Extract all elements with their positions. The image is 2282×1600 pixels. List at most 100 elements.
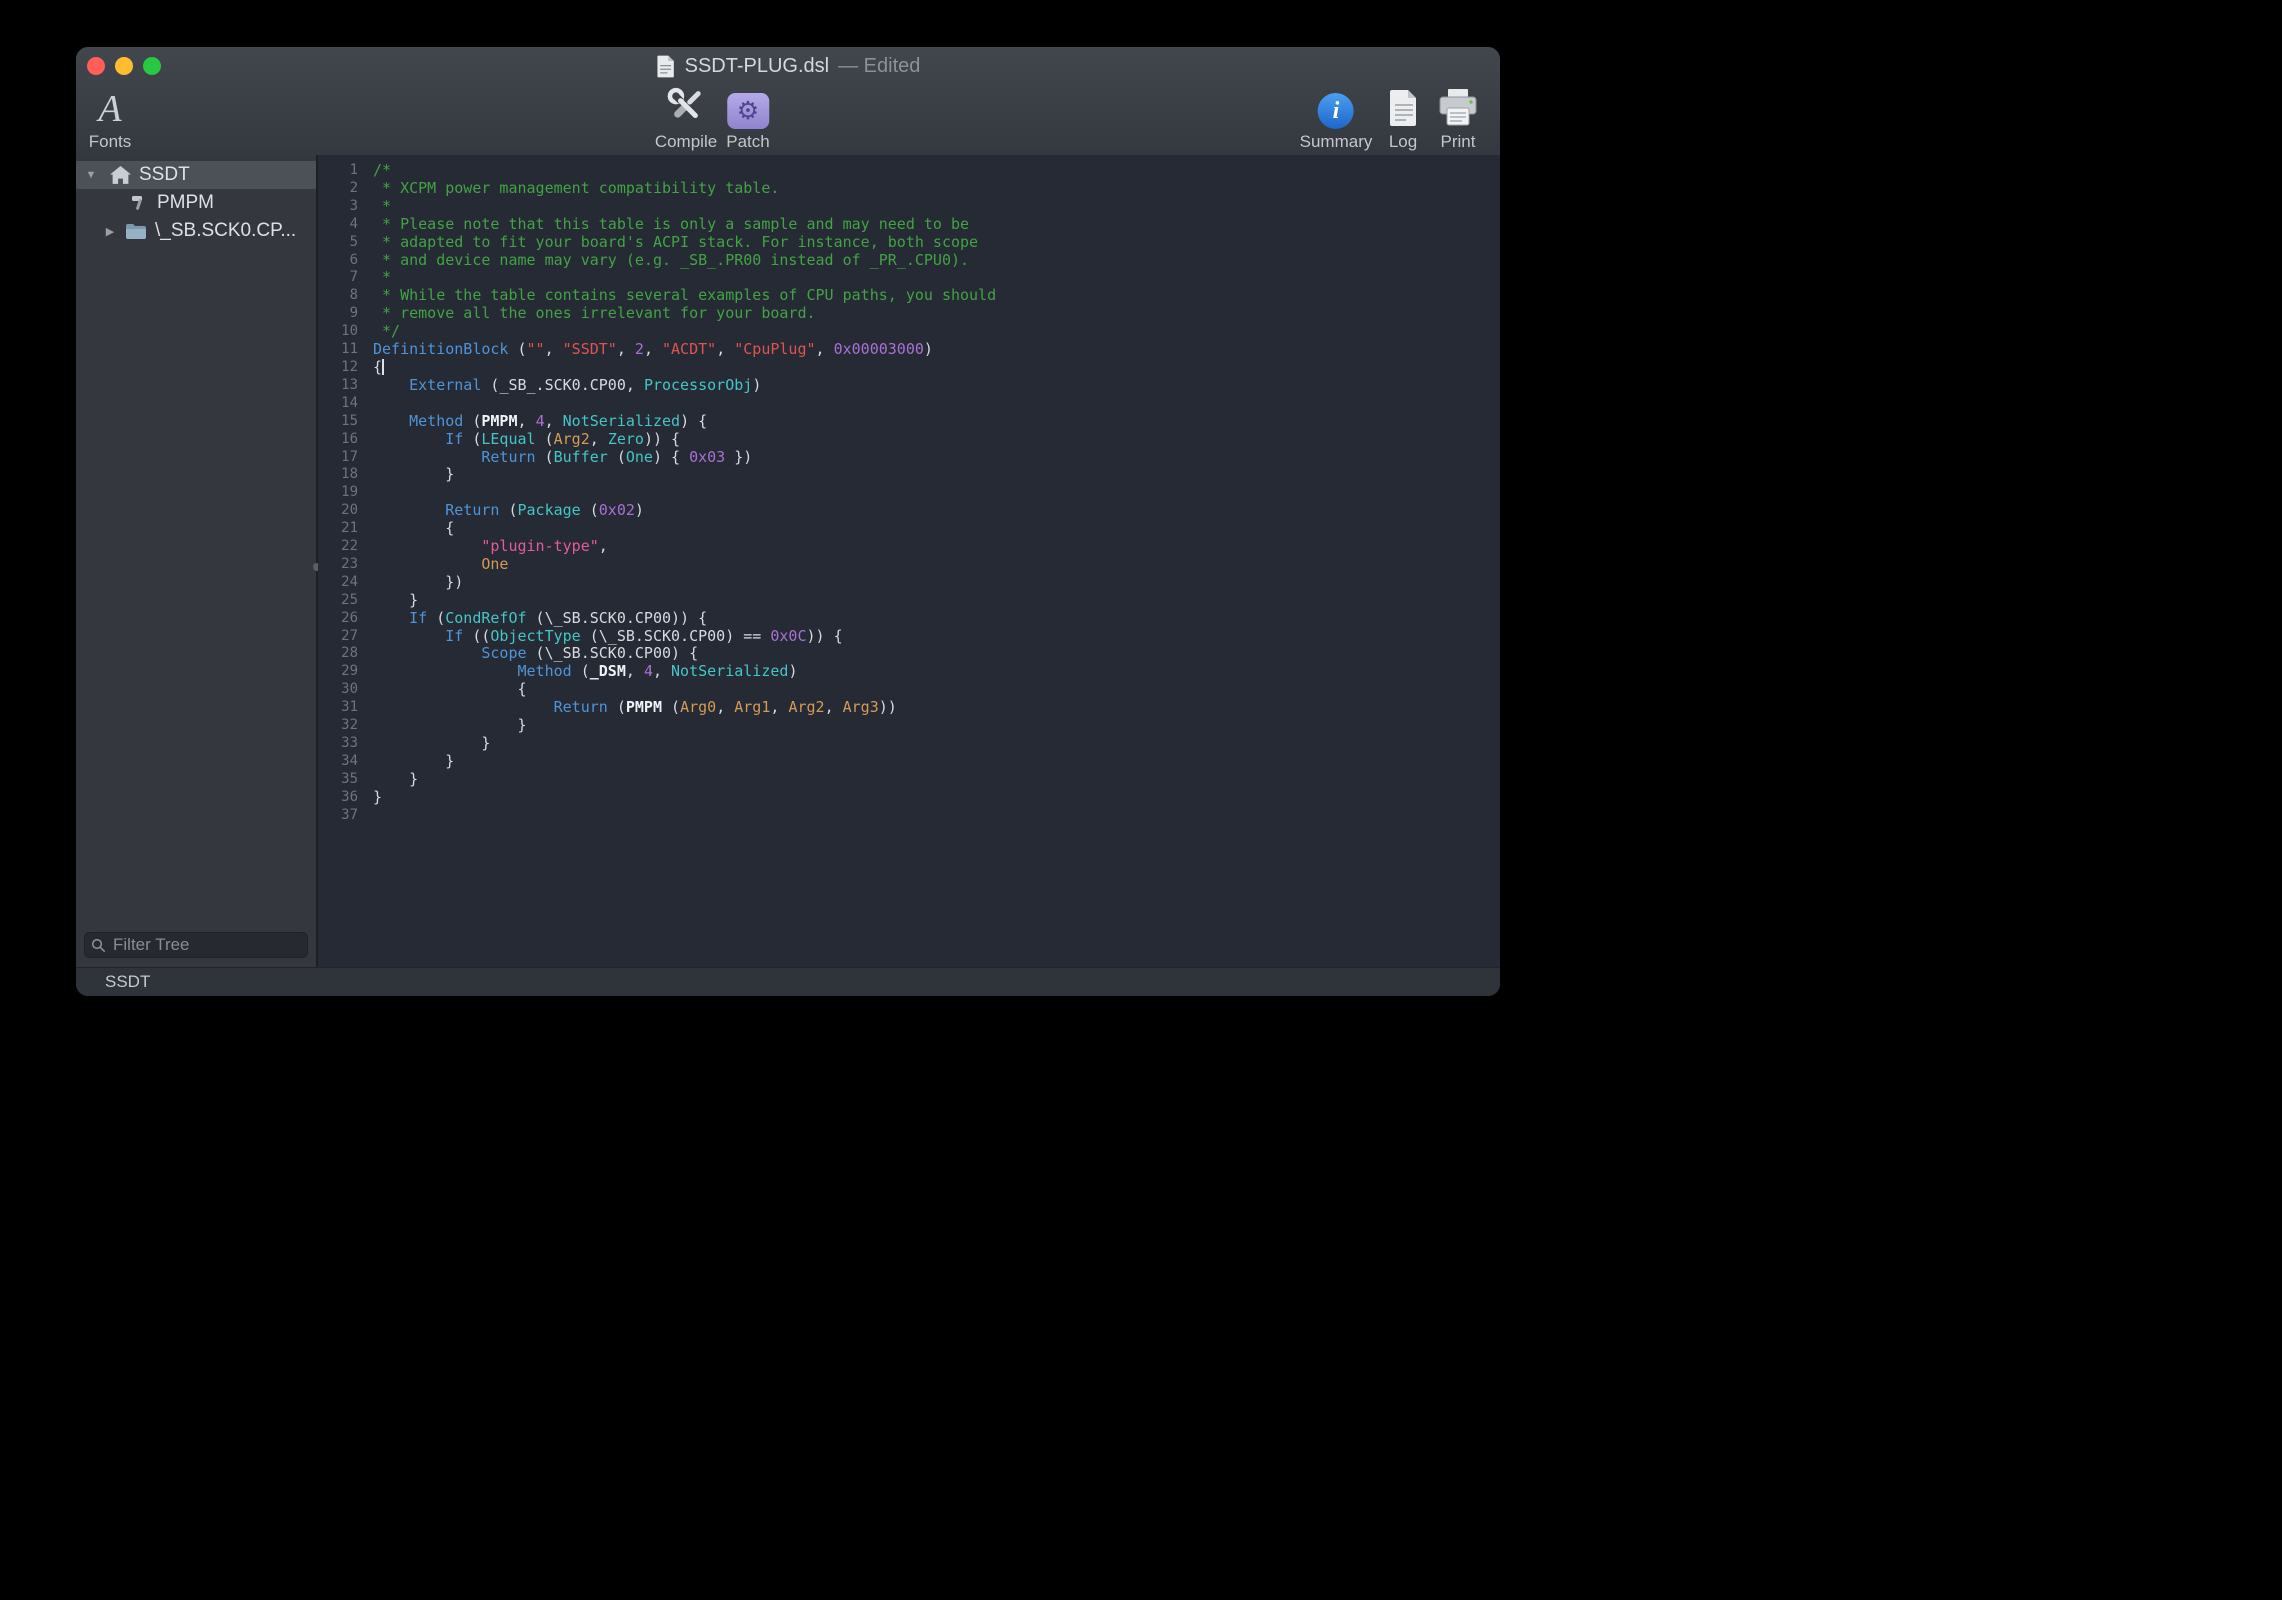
code-text: Method (PMPM, 4, NotSerialized) { <box>358 413 707 431</box>
patch-icon: ⚙ <box>727 93 769 129</box>
code-text: Return (Buffer (One) { 0x03 }) <box>358 449 752 467</box>
code-text: * While the table contains several examp… <box>358 287 996 305</box>
title-filename: SSDT-PLUG.dsl <box>685 55 829 78</box>
code-line: 5 * adapted to fit your board's ACPI sta… <box>318 234 1500 252</box>
code-text: If (CondRefOf (\_SB.SCK0.CP00)) { <box>358 610 707 628</box>
line-number: 17 <box>318 449 358 467</box>
print-button[interactable]: Print <box>1436 85 1480 151</box>
code-text: * adapted to fit your board's ACPI stack… <box>358 234 978 252</box>
code-line: 30 { <box>318 681 1500 699</box>
line-number: 3 <box>318 198 358 216</box>
code-text: */ <box>358 323 400 341</box>
line-number: 25 <box>318 592 358 610</box>
summary-info-icon: i <box>1318 93 1354 129</box>
folder-icon <box>125 223 147 240</box>
code-text: } <box>358 717 527 735</box>
close-button[interactable] <box>87 57 105 75</box>
code-line: 4 * Please note that this table is only … <box>318 216 1500 234</box>
log-label: Log <box>1389 132 1417 151</box>
line-number: 24 <box>318 574 358 592</box>
code-lines: 1/*2 * XCPM power management compatibili… <box>318 155 1500 825</box>
code-text: Scope (\_SB.SCK0.CP00) { <box>358 645 698 663</box>
line-number: 31 <box>318 699 358 717</box>
status-path: SSDT <box>105 972 150 992</box>
summary-button[interactable]: i Summary <box>1300 85 1373 151</box>
code-text: * and device name may vary (e.g. _SB_.PR… <box>358 252 969 270</box>
code-line: 13 External (_SB_.SCK0.CP00, ProcessorOb… <box>318 377 1500 395</box>
code-text: }) <box>358 574 463 592</box>
line-number: 19 <box>318 484 358 502</box>
code-line: 16 If (LEqual (Arg2, Zero)) { <box>318 431 1500 449</box>
code-line: 1/* <box>318 162 1500 180</box>
status-bar: SSDT <box>76 967 1500 996</box>
code-editor[interactable]: 1/*2 * XCPM power management compatibili… <box>318 155 1500 968</box>
line-number: 20 <box>318 502 358 520</box>
code-text <box>358 484 373 502</box>
code-line: 14 <box>318 395 1500 413</box>
code-text: Return (Package (0x02) <box>358 502 644 520</box>
titlebar[interactable]: SSDT-PLUG.dsl — Edited <box>76 47 1500 85</box>
code-line: 23 One <box>318 556 1500 574</box>
line-number: 6 <box>318 252 358 270</box>
chevron-down-icon[interactable]: ▼ <box>84 169 98 181</box>
method-icon <box>130 195 148 211</box>
fonts-button[interactable]: A Fonts <box>89 85 132 151</box>
code-line: 28 Scope (\_SB.SCK0.CP00) { <box>318 645 1500 663</box>
text-cursor <box>382 359 384 375</box>
line-number: 18 <box>318 466 358 484</box>
code-text: * remove all the ones irrelevant for you… <box>358 305 816 323</box>
code-line: 32 } <box>318 717 1500 735</box>
screenshot-canvas: SSDT-PLUG.dsl — Edited A Fonts <box>0 0 2282 1600</box>
minimize-button[interactable] <box>115 57 133 75</box>
line-number: 23 <box>318 556 358 574</box>
line-number: 32 <box>318 717 358 735</box>
chevron-right-icon[interactable]: ▶ <box>103 225 117 238</box>
line-number: 28 <box>318 645 358 663</box>
code-text: Method (_DSM, 4, NotSerialized) <box>358 663 797 681</box>
patch-button[interactable]: ⚙ Patch <box>726 85 769 151</box>
compile-button[interactable]: Compile <box>655 85 717 151</box>
line-number: 9 <box>318 305 358 323</box>
line-number: 36 <box>318 789 358 807</box>
code-text: /* <box>358 162 391 180</box>
line-number: 2 <box>318 180 358 198</box>
gear-icon: ⚙ <box>737 99 759 124</box>
window-header: SSDT-PLUG.dsl — Edited A Fonts <box>76 47 1500 156</box>
code-text: "plugin-type", <box>358 538 608 556</box>
line-number: 29 <box>318 663 358 681</box>
code-text: } <box>358 735 490 753</box>
sidebar-item-pmpm[interactable]: PMPM <box>76 189 316 217</box>
code-line: 7 * <box>318 269 1500 287</box>
code-line: 33 } <box>318 735 1500 753</box>
line-number: 26 <box>318 610 358 628</box>
sidebar-item-ssdt[interactable]: ▼ SSDT <box>76 161 316 189</box>
line-number: 33 <box>318 735 358 753</box>
line-number: 12 <box>318 359 358 377</box>
code-line: 12{ <box>318 359 1500 377</box>
code-line: 9 * remove all the ones irrelevant for y… <box>318 305 1500 323</box>
code-line: 20 Return (Package (0x02) <box>318 502 1500 520</box>
line-number: 7 <box>318 269 358 287</box>
home-icon <box>110 166 131 185</box>
filter-tree-field[interactable] <box>84 932 308 958</box>
filter-tree-input[interactable] <box>111 934 301 956</box>
search-icon <box>91 938 106 953</box>
zoom-button[interactable] <box>143 57 161 75</box>
code-text: If ((ObjectType (\_SB.SCK0.CP00) == 0x0C… <box>358 628 843 646</box>
line-number: 35 <box>318 771 358 789</box>
code-text: } <box>358 789 382 807</box>
code-text: } <box>358 753 454 771</box>
code-line: 19 <box>318 484 1500 502</box>
code-text: { <box>358 681 527 699</box>
log-button[interactable]: Log <box>1384 85 1422 151</box>
code-text: Return (PMPM (Arg0, Arg1, Arg2, Arg3)) <box>358 699 897 717</box>
printer-icon <box>1436 87 1480 129</box>
code-line: 11DefinitionBlock ("", "SSDT", 2, "ACDT"… <box>318 341 1500 359</box>
code-text: { <box>358 520 454 538</box>
line-number: 14 <box>318 395 358 413</box>
code-line: 15 Method (PMPM, 4, NotSerialized) { <box>318 413 1500 431</box>
line-number: 21 <box>318 520 358 538</box>
sidebar-item-sb-sck0[interactable]: ▶ \_SB.SCK0.CP... <box>76 217 316 245</box>
code-text: * <box>358 269 391 287</box>
log-document-icon <box>1384 87 1422 129</box>
